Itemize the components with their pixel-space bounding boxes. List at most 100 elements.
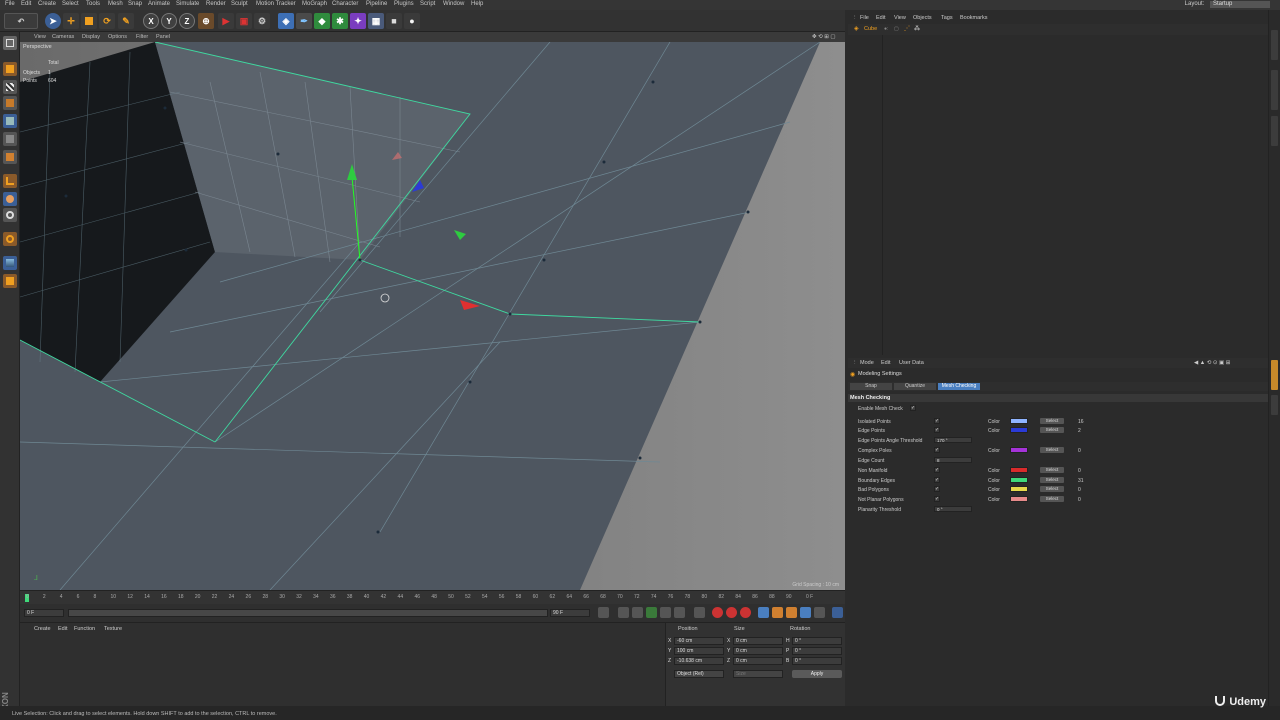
complex-poles-checkbox[interactable]: ✓ [934,447,940,453]
menu-window[interactable]: Window [443,1,464,7]
tab-mesh-checking[interactable]: Mesh Checking [938,383,980,390]
object-list-divider[interactable] [882,35,883,355]
rail-tab-objects[interactable] [1271,30,1278,60]
goto-start-button[interactable] [598,607,609,618]
menu-help[interactable]: Help [471,1,483,7]
edge-points-color-swatch[interactable] [1010,427,1028,433]
render-picture-viewer-button[interactable]: ▣ [236,13,252,29]
bad-polygons-checkbox[interactable]: ✓ [934,486,940,492]
boundary-edges-checkbox[interactable]: ✓ [934,477,940,483]
object-menu-view[interactable]: View [894,15,906,21]
cube-primitive-button[interactable]: ◈ [278,13,294,29]
material-manager[interactable]: Create Edit Function Texture [20,622,665,706]
menu-select[interactable]: Select [62,1,79,7]
menu-script[interactable]: Script [420,1,435,7]
layout-switcher[interactable]: Layout: Startup [1185,1,1270,8]
quantize-button[interactable] [3,232,17,246]
position-z-field[interactable]: -10.638 cm [674,657,724,665]
goto-end-button[interactable] [694,607,705,618]
tweak-mode-button[interactable] [3,192,17,206]
object-row[interactable]: ◈ Cube ●: ▢ ⋰ ⁂ [848,24,1268,35]
menu-render[interactable]: Render [206,1,226,7]
end-frame-field[interactable]: 90 F [550,609,590,617]
attr-menu-edit[interactable]: Edit [881,360,890,366]
texture-mode-button[interactable] [3,80,17,94]
object-menu-tags[interactable]: Tags [941,15,953,21]
layout-dropdown[interactable]: Startup [1210,1,1270,8]
next-frame-button[interactable] [660,607,671,618]
not-planar-polygons-checkbox[interactable]: ✓ [934,496,940,502]
timeline-options-button[interactable] [832,607,843,618]
non-manifold-select-button[interactable]: Select [1040,467,1064,473]
bad-polygons-color-swatch[interactable] [1010,486,1028,492]
tag-icon[interactable]: ⋰ [904,25,910,32]
key-rotation-button[interactable] [786,607,797,618]
position-y-field[interactable]: 100 cm [674,647,724,655]
size-y-field[interactable]: 0 cm [733,647,783,655]
workplane-mode-button[interactable] [3,96,17,110]
menu-simulate[interactable]: Simulate [176,1,199,7]
viewport-menu-panel[interactable]: Panel [156,34,170,40]
menu-mograph[interactable]: MoGraph [302,1,327,7]
size-x-field[interactable]: 0 cm [733,637,783,645]
checkers-tag-icon[interactable]: ⁂ [914,25,920,32]
complex-poles-select-button[interactable]: Select [1040,447,1064,453]
rotation-h-field[interactable]: 0 ° [792,637,842,645]
rotation-b-field[interactable]: 0 ° [792,657,842,665]
rail-tab-layers[interactable] [1271,395,1278,415]
material-menu-create[interactable]: Create [34,626,51,632]
undo-button[interactable]: ↶ [4,13,38,29]
menu-motion-tracker[interactable]: Motion Tracker [256,1,296,7]
coordinate-system-button[interactable]: ⊕ [198,13,214,29]
not-planar-polygons-color-swatch[interactable] [1010,496,1028,502]
attr-menu-user-data[interactable]: User Data [899,360,924,366]
menu-character[interactable]: Character [332,1,358,7]
key-param-button[interactable] [800,607,811,618]
rail-tab-content[interactable] [1271,116,1278,146]
boundary-edges-color-swatch[interactable] [1010,477,1028,483]
menu-animate[interactable]: Animate [148,1,170,7]
edges-mode-button[interactable] [3,132,17,146]
axis-y-lock[interactable]: Y [161,13,177,29]
phong-tag-icon[interactable]: ▢ [894,26,899,32]
menu-tools[interactable]: Tools [86,1,100,7]
recent-tool-button[interactable]: ✎ [118,13,134,29]
menu-mesh[interactable]: Mesh [108,1,123,7]
planar-workplane-button[interactable] [3,274,17,288]
camera-button[interactable]: ■ [386,13,402,29]
scale-tool-button[interactable] [81,13,97,29]
size-mode-dropdown[interactable]: Size [733,670,783,678]
isolated-points-checkbox[interactable]: ✓ [934,418,940,424]
menu-file[interactable]: File [5,1,15,7]
current-frame-field[interactable]: 0 F [24,609,64,617]
enable-mesh-check-checkbox[interactable]: ✓ [910,405,916,411]
object-menu-edit[interactable]: Edit [876,15,885,21]
deformer-button[interactable]: ✦ [350,13,366,29]
size-z-field[interactable]: 0 cm [733,657,783,665]
pen-spline-button[interactable]: ✒ [296,13,312,29]
polygons-mode-button[interactable] [3,150,17,164]
rail-tab-takes[interactable] [1271,70,1278,110]
material-menu-function[interactable]: Function [74,626,95,632]
viewport-menu-options[interactable]: Options [108,34,127,40]
menu-sculpt[interactable]: Sculpt [231,1,248,7]
non-manifold-color-swatch[interactable] [1010,467,1028,473]
apply-button[interactable]: Apply [792,670,842,678]
viewport-menu-display[interactable]: Display [82,34,100,40]
boundary-edges-select-button[interactable]: Select [1040,477,1064,483]
material-menu-texture[interactable]: Texture [104,626,122,632]
record-key-button[interactable] [712,607,723,618]
viewport-menu-view[interactable]: View [34,34,46,40]
model-mode-button[interactable] [3,62,17,76]
attr-nav-icons[interactable]: ◀ ▲ ⟲ ⊙ ▣ ⊞ [1194,360,1230,366]
snap-button[interactable] [3,208,17,222]
render-view-button[interactable]: ▶ [218,13,234,29]
key-position-button[interactable] [758,607,769,618]
not-planar-polygons-select-button[interactable]: Select [1040,496,1064,502]
non-manifold-checkbox[interactable]: ✓ [934,467,940,473]
attr-menu-mode[interactable]: Mode [860,360,874,366]
object-list[interactable] [848,35,1268,355]
complex-poles-color-swatch[interactable] [1010,447,1028,453]
object-menu-bookmarks[interactable]: Bookmarks [960,15,988,21]
edge-points-angle-threshold-field[interactable]: 170 ° [934,437,972,443]
